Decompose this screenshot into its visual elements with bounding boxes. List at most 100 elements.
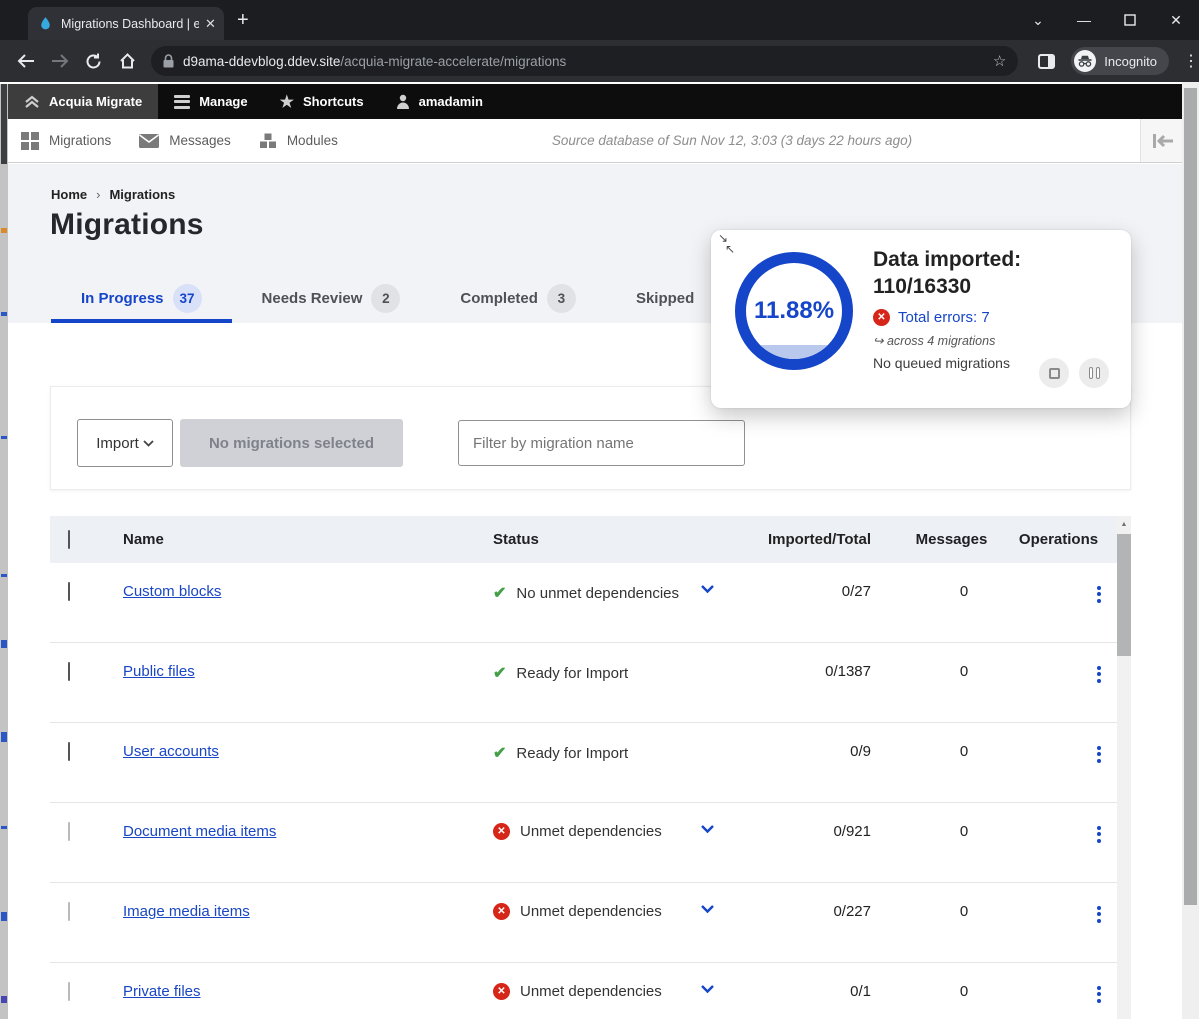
- chevron-down-icon[interactable]: [700, 984, 715, 994]
- incognito-badge: Incognito: [1071, 47, 1169, 75]
- chevron-down-icon[interactable]: [700, 584, 715, 594]
- browser-tabstrip: Migrations Dashboard | example ✕ + ⌄ — ✕: [0, 0, 1199, 40]
- tab-needs-review[interactable]: Needs Review 2: [232, 277, 431, 323]
- operations-kebab-icon[interactable]: [1097, 983, 1101, 1005]
- messages-count: 0: [873, 823, 1000, 840]
- chevron-down-icon: [143, 440, 154, 447]
- tab-skipped[interactable]: Skipped: [606, 277, 724, 323]
- tray-item-label: Modules: [287, 133, 338, 148]
- row-checkbox[interactable]: [68, 742, 70, 761]
- tray-item-modules[interactable]: Modules: [245, 133, 352, 149]
- envelope-icon: [139, 134, 159, 148]
- page-title: Migrations: [50, 208, 204, 242]
- operations-kebab-icon[interactable]: [1097, 823, 1101, 845]
- collapse-toolbar-button[interactable]: [1140, 119, 1182, 162]
- import-progress-card: ↘↖ 11.88% Data imported: 110/16330 ✕ Tot…: [711, 230, 1131, 408]
- grid-icon: [21, 132, 39, 150]
- row-checkbox[interactable]: [68, 822, 70, 841]
- window-maximize-icon[interactable]: [1107, 0, 1153, 40]
- status-tabs: In Progress 37 Needs Review 2 Completed …: [51, 277, 724, 323]
- error-icon: ✕: [493, 823, 510, 840]
- tab-completed[interactable]: Completed 3: [430, 277, 606, 323]
- row-checkbox[interactable]: [68, 582, 70, 601]
- resize-arrows-icon[interactable]: ↘↖: [718, 233, 735, 255]
- table-scrollbar[interactable]: ▲: [1117, 516, 1131, 1019]
- reload-icon[interactable]: [78, 45, 110, 77]
- status-text: Unmet dependencies: [520, 983, 662, 1000]
- tray-item-messages[interactable]: Messages: [125, 133, 245, 148]
- migration-link[interactable]: Document media items: [123, 823, 276, 840]
- imported-total-value: 0/1387: [760, 663, 873, 680]
- browser-scrollbar-thumb[interactable]: [1184, 88, 1197, 905]
- toolbar-item-manage[interactable]: Manage: [158, 84, 263, 119]
- pause-button[interactable]: [1079, 358, 1109, 388]
- browser-scrollbar[interactable]: [1182, 82, 1199, 1019]
- browser-menu-icon[interactable]: ⋮: [1183, 51, 1199, 71]
- tab-close-icon[interactable]: ✕: [205, 16, 216, 32]
- row-checkbox[interactable]: [68, 902, 70, 921]
- migration-link[interactable]: Private files: [123, 983, 201, 1000]
- operations-kebab-icon[interactable]: [1097, 903, 1101, 925]
- migrations-table: Name Status Imported/Total Messages Oper…: [50, 516, 1131, 1019]
- import-dropdown-button[interactable]: Import: [77, 419, 173, 467]
- progress-ring: 11.88%: [735, 252, 853, 370]
- select-all-checkbox[interactable]: [68, 530, 70, 549]
- scrollbar-up-arrow-icon[interactable]: ▲: [1117, 516, 1131, 532]
- tray-item-label: Migrations: [49, 133, 111, 148]
- filter-input[interactable]: [458, 420, 745, 466]
- messages-count: 0: [873, 583, 1000, 600]
- column-header-name: Name: [123, 531, 493, 548]
- tab-in-progress[interactable]: In Progress 37: [51, 277, 232, 323]
- migration-link[interactable]: Custom blocks: [123, 583, 221, 600]
- status-text: Ready for Import: [516, 745, 628, 762]
- operations-kebab-icon[interactable]: [1097, 583, 1101, 605]
- operations-kebab-icon[interactable]: [1097, 743, 1101, 765]
- row-checkbox[interactable]: [68, 662, 70, 681]
- browser-tab[interactable]: Migrations Dashboard | example ✕: [28, 7, 224, 40]
- toolbar-item-shortcuts[interactable]: ★ Shortcuts: [264, 84, 380, 119]
- url-bar[interactable]: d9ama-ddevblog.ddev.site/acquia-migrate-…: [151, 46, 1018, 76]
- scrollbar-thumb[interactable]: [1117, 534, 1131, 656]
- window-close-icon[interactable]: ✕: [1153, 0, 1199, 40]
- total-errors-link[interactable]: Total errors: 7: [898, 309, 990, 326]
- chevron-down-icon[interactable]: [700, 824, 715, 834]
- row-checkbox[interactable]: [68, 982, 70, 1001]
- home-icon[interactable]: [111, 45, 143, 77]
- new-tab-icon[interactable]: +: [237, 9, 249, 31]
- stop-button[interactable]: [1039, 358, 1069, 388]
- url-domain: d9ama-ddevblog.ddev.site: [183, 54, 340, 69]
- migration-link[interactable]: Image media items: [123, 903, 250, 920]
- table-row: Image media items ✕ Unmet dependencies 0…: [50, 883, 1131, 963]
- incognito-label: Incognito: [1104, 54, 1157, 69]
- tray-item-migrations[interactable]: Migrations: [8, 132, 125, 150]
- modules-icon: [259, 133, 277, 149]
- imported-total-value: 0/27: [760, 583, 873, 600]
- star-icon: ★: [280, 92, 294, 112]
- back-icon[interactable]: [10, 45, 42, 77]
- toolbar-item-acquia-migrate[interactable]: Acquia Migrate: [8, 84, 158, 119]
- side-panel-icon[interactable]: [1038, 54, 1055, 69]
- operations-kebab-icon[interactable]: [1097, 663, 1101, 685]
- error-icon: ✕: [873, 309, 890, 326]
- tab-label: Skipped: [636, 290, 694, 307]
- messages-count: 0: [873, 743, 1000, 760]
- success-icon: ✔: [493, 583, 506, 603]
- forward-icon[interactable]: [44, 45, 76, 77]
- tab-label: In Progress: [81, 290, 164, 307]
- column-header-messages: Messages: [873, 531, 1000, 548]
- toolbar-item-label: Acquia Migrate: [49, 94, 142, 109]
- hamburger-icon: [174, 92, 190, 111]
- toolbar-item-user[interactable]: amadamin: [380, 84, 499, 119]
- window-minimize-icon[interactable]: —: [1061, 0, 1107, 40]
- migration-link[interactable]: User accounts: [123, 743, 219, 760]
- imported-total-value: 0/921: [760, 823, 873, 840]
- breadcrumb-home-link[interactable]: Home: [51, 187, 87, 202]
- migrate-secondary-toolbar: Migrations Messages Modules Source datab…: [8, 119, 1182, 163]
- window-chevron-icon[interactable]: ⌄: [1015, 0, 1061, 40]
- chevron-down-icon[interactable]: [700, 904, 715, 914]
- bookmark-star-icon[interactable]: ☆: [993, 52, 1006, 70]
- migration-link[interactable]: Public files: [123, 663, 195, 680]
- main-content: Import No migrations selected Name Statu…: [8, 323, 1182, 1019]
- incognito-icon: [1074, 50, 1096, 72]
- data-imported-label: Data imported:: [873, 246, 1113, 273]
